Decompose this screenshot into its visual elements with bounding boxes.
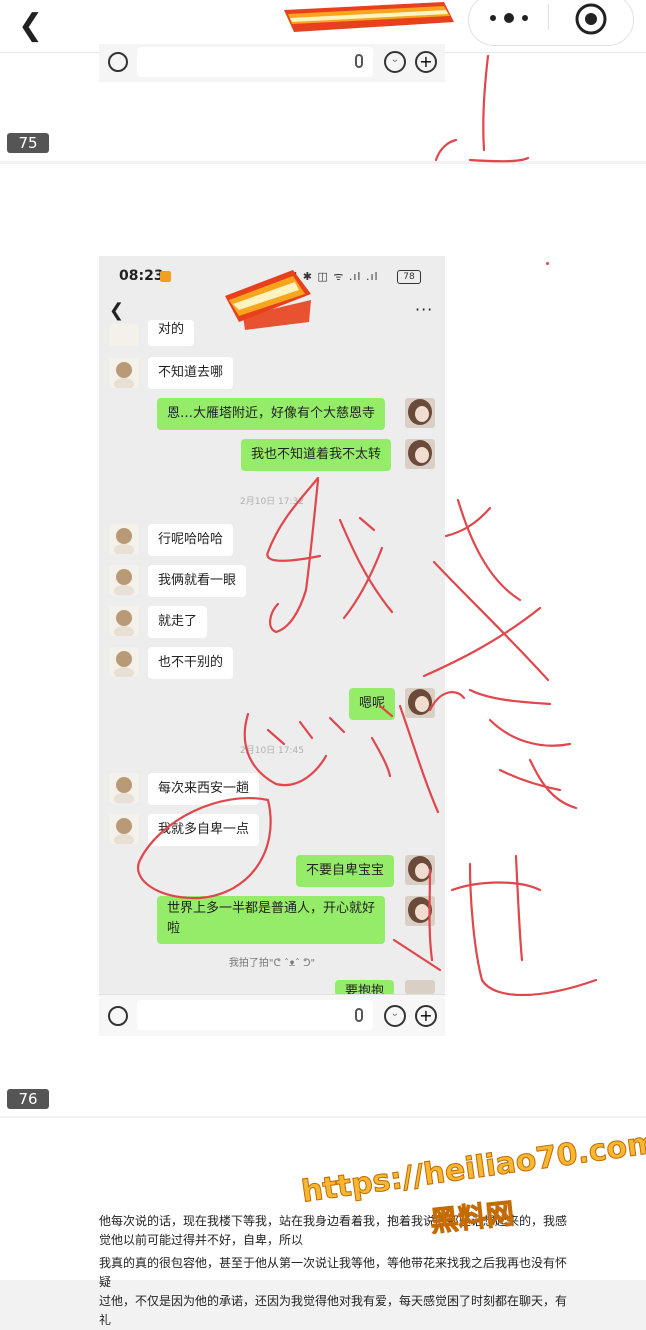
chat-input-bar: ᵕ + [99, 994, 445, 1036]
page-number-76: 76 [7, 1089, 49, 1109]
my-message-bubble: 世界上多一半都是普通人，开心就好 啦 [157, 896, 386, 944]
my-avatar [405, 439, 435, 469]
article-line: 过他，不仅是因为他的承诺，还因为我觉得他对我有爱，每天感觉困了时刻都在聊天，有礼 [99, 1294, 568, 1327]
contact-avatar [109, 565, 139, 595]
timestamp: 2月10日 17:32 [240, 497, 304, 507]
capsule-divider [548, 4, 549, 30]
timestamp: 2月10日 17:45 [240, 746, 304, 756]
page75-message-field[interactable] [137, 47, 373, 77]
chat-more-icon[interactable]: ··· [415, 300, 433, 319]
my-avatar [405, 688, 435, 718]
emoji-icon[interactable]: ᵕ [384, 1005, 406, 1027]
more-dots-icon[interactable] [488, 4, 532, 30]
mic-icon [355, 1008, 363, 1022]
message-bubble: 每次来西安一趟 [148, 773, 260, 805]
message-bubble: 行呢哈哈哈 [148, 524, 234, 556]
contact-name-redaction [225, 270, 311, 330]
voice-icon[interactable] [108, 1006, 128, 1026]
target-circle-icon[interactable] [574, 2, 608, 36]
message-bubble: 我就多自卑一点 [148, 814, 260, 846]
message-bubble: 不知道去哪 [148, 357, 234, 389]
pat-notice: 我拍了拍"ᕦ ˆᴥˆ ᕤ" [228, 958, 316, 969]
my-avatar [405, 980, 435, 994]
contact-avatar [109, 606, 139, 636]
contact-avatar [109, 324, 139, 346]
status-time: 08:23 [119, 268, 164, 284]
my-message-bubble: 不要自卑宝宝 [296, 855, 395, 887]
message-bubble-partial: 对的 [148, 320, 195, 346]
my-message-bubble: 我也不知道着我不太转 [241, 439, 392, 471]
my-avatar [405, 896, 435, 926]
my-message-bubble: 恩…大雁塔附近，好像有个大慈恩寺 [157, 398, 386, 430]
my-avatar [405, 398, 435, 428]
notification-badge-icon [160, 271, 171, 282]
ink-dot [546, 262, 549, 265]
voice-icon[interactable] [108, 52, 128, 72]
mic-icon [355, 54, 363, 68]
back-chevron-icon[interactable]: ❮ [18, 6, 43, 46]
page75-chat-input-bar: ᵕ + [99, 44, 445, 82]
message-bubble: 也不干别的 [148, 647, 234, 679]
message-line: 啦 [167, 921, 181, 936]
emoji-icon[interactable]: ᵕ [384, 51, 406, 73]
my-message-bubble: 嗯呢 [349, 688, 396, 720]
article-paragraph-2: 我真的真的很包容他，甚至于他从第一次说让我等他，等他带花来找我之后我再也没有怀疑… [99, 1254, 569, 1330]
contact-avatar [109, 647, 139, 677]
contact-avatar [109, 814, 139, 844]
chat-back-icon[interactable]: ❮ [109, 300, 124, 321]
article-line: 我真的真的很包容他，甚至于他从第一次说让我等他，等他带花来找我之后我再也没有怀疑 [99, 1256, 568, 1289]
message-bubble: 我俩就看一眼 [148, 565, 247, 597]
chat-screenshot: 08:23 N ✱ ◫ ᯤ .ıl .ıl 78 ❮ ··· 对的 不知道去哪 … [99, 256, 445, 1036]
plus-icon[interactable]: + [415, 51, 437, 73]
message-field[interactable] [137, 1000, 373, 1030]
message-line: 世界上多一半都是普通人，开心就好 [167, 901, 376, 916]
title-redaction-sticker [284, 2, 454, 32]
message-bubble: 就走了 [148, 606, 208, 638]
contact-avatar [109, 524, 139, 554]
contact-avatar [109, 773, 139, 803]
contact-avatar [109, 358, 139, 388]
page-number-75: 75 [7, 133, 49, 153]
article-line: 觉他以前可能过得并不好，自卑，所以 [99, 1233, 304, 1247]
battery-icon: 78 [397, 270, 421, 284]
plus-icon[interactable]: + [415, 1005, 437, 1027]
my-avatar [405, 855, 435, 885]
